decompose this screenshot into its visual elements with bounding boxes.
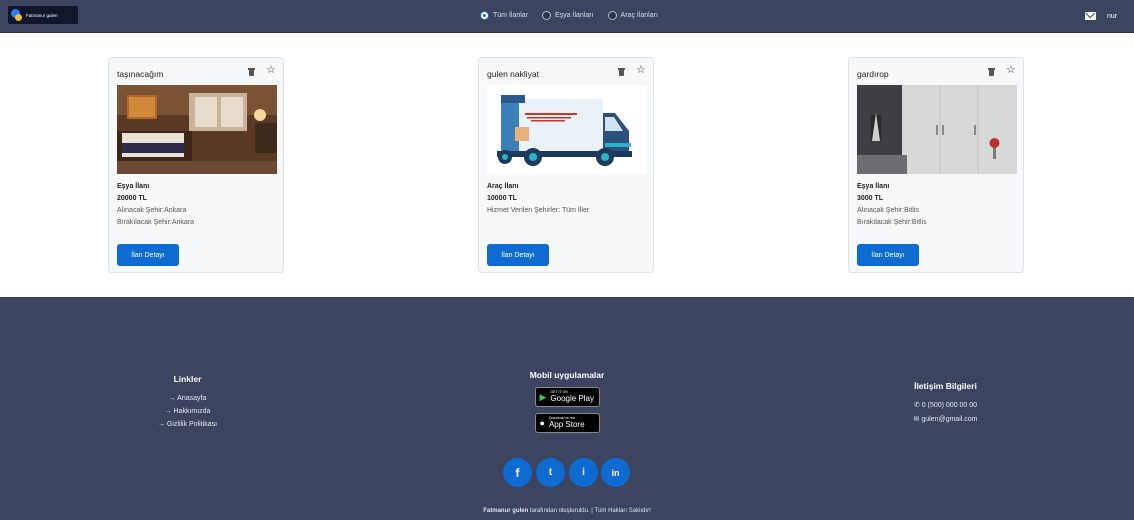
listing-detail-button[interactable]: İlan Detayı bbox=[857, 244, 919, 266]
listing-type: Araç İlanı bbox=[487, 183, 519, 190]
twitter-icon[interactable]: t bbox=[536, 458, 565, 487]
footer-link-home[interactable]: → Anasayfa bbox=[140, 395, 235, 402]
card-title: taşınacağım bbox=[117, 69, 164, 79]
filter-all-listings[interactable]: Tüm İlanlar bbox=[480, 11, 528, 20]
listing-price: 20000 TL bbox=[117, 195, 147, 202]
listing-detail-button[interactable]: İlan Detayı bbox=[487, 244, 549, 266]
user-menu[interactable]: nur bbox=[1107, 13, 1117, 20]
contact-email: ✉ gulen@gmail.com bbox=[888, 415, 1003, 423]
contact-section: İletişim Bilgileri ✆ 0 (500) 000 00 00 ✉… bbox=[888, 381, 1003, 423]
listing-type: Eşya İlanı bbox=[857, 183, 890, 190]
google-play-button[interactable]: ▶ GET IT ON Google Play bbox=[534, 387, 600, 407]
google-play-icon: ▶ bbox=[539, 391, 547, 402]
filter-label: Eşya İlanları bbox=[555, 12, 594, 19]
card-title: gardırop bbox=[857, 69, 889, 79]
contact-phone: ✆ 0 (500) 000 00 00 bbox=[888, 401, 1003, 409]
listing-filter: Tüm İlanlar Eşya İlanları Araç İlanları bbox=[480, 11, 658, 20]
listing-image-truck bbox=[487, 85, 647, 174]
listing-detail-button[interactable]: İlan Detayı bbox=[117, 244, 179, 266]
mobile-apps-section: Mobil uygulamalar ▶ GET IT ON Google Pla… bbox=[512, 370, 622, 433]
trash-icon[interactable] bbox=[618, 68, 625, 77]
dropoff-city: Bırakılacak Şehir:Bitlis bbox=[857, 219, 927, 226]
apple-icon: ● bbox=[539, 418, 545, 428]
email-text: gulen@gmail.com bbox=[921, 416, 978, 423]
top-navbar: Fatmanur gulen Tüm İlanlar Eşya İlanları… bbox=[0, 0, 1134, 33]
listing-card: gardırop ☆ Eşya İlanı 3000 TL Alınacak Ş… bbox=[848, 57, 1024, 273]
linkedin-icon[interactable]: in bbox=[601, 458, 630, 487]
listing-card: taşınacağım ☆ Eşya İlanı 20000 TL Alınac… bbox=[108, 57, 284, 273]
google-play-label: Google Play bbox=[550, 393, 595, 403]
links-section: Linkler → Anasayfa → Hakkımızda → Gizlil… bbox=[140, 374, 235, 428]
instagram-icon[interactable]: i bbox=[569, 458, 598, 487]
contact-title: İletişim Bilgileri bbox=[914, 381, 977, 391]
credit-author: Fatmanur gulen bbox=[483, 508, 529, 514]
listing-price: 3000 TL bbox=[857, 195, 884, 202]
footer-link-privacy[interactable]: → Gizlilik Politikası bbox=[140, 421, 235, 428]
mail-icon[interactable] bbox=[1085, 12, 1096, 20]
logo-text: Fatmanur gulen bbox=[26, 12, 58, 18]
site-logo[interactable]: Fatmanur gulen bbox=[8, 6, 78, 24]
star-icon[interactable]: ☆ bbox=[266, 65, 276, 76]
pickup-city: Alınacak Şehir:Bitlis bbox=[857, 207, 919, 214]
credit-rest: tarafından oluşturuldu. | Tüm Hakları Sa… bbox=[528, 508, 651, 514]
links-title: Linkler bbox=[173, 374, 202, 384]
pickup-city: Alınacak Şehir:Ankara bbox=[117, 207, 187, 214]
site-footer: Linkler → Anasayfa → Hakkımızda → Gizlil… bbox=[0, 297, 1134, 520]
filter-vehicle-listings[interactable]: Araç İlanları bbox=[607, 11, 658, 20]
listing-image-bedroom bbox=[117, 85, 277, 174]
envelope-icon: ✉ bbox=[913, 416, 920, 423]
card-title: gulen nakliyat bbox=[487, 69, 539, 79]
footer-link-about[interactable]: → Hakkımızda bbox=[140, 408, 235, 415]
filter-label: Araç İlanları bbox=[620, 12, 658, 19]
radio-icon[interactable] bbox=[480, 11, 489, 20]
mobile-apps-title: Mobil uygulamalar bbox=[529, 370, 605, 380]
listing-type: Eşya İlanı bbox=[117, 183, 150, 190]
app-store-button[interactable]: ● Download on the App Store bbox=[534, 413, 600, 433]
trash-icon[interactable] bbox=[248, 68, 255, 77]
listing-image-wardrobe bbox=[857, 85, 1017, 174]
trash-icon[interactable] bbox=[988, 68, 995, 77]
copyright-text: Fatmanur gulen tarafından oluşturuldu. |… bbox=[0, 508, 1134, 514]
facebook-icon[interactable]: f bbox=[503, 458, 532, 487]
radio-icon[interactable] bbox=[607, 11, 617, 20]
filter-item-listings[interactable]: Eşya İlanları bbox=[542, 11, 594, 20]
phone-text: 0 (500) 000 00 00 bbox=[921, 402, 978, 409]
logo-icon bbox=[11, 9, 23, 21]
app-store-label: App Store bbox=[548, 419, 585, 429]
dropoff-city: Bırakılacak Şehir:Ankara bbox=[117, 219, 195, 226]
star-icon[interactable]: ☆ bbox=[1006, 65, 1016, 76]
service-cities: Hizmet Verilen Şehirler: Tüm İller bbox=[487, 207, 590, 214]
radio-icon[interactable] bbox=[542, 11, 552, 20]
star-icon[interactable]: ☆ bbox=[636, 65, 646, 76]
listing-price: 10000 TL bbox=[487, 195, 517, 202]
phone-icon: ✆ bbox=[913, 402, 920, 409]
listing-card: gulen nakliyat ☆ Araç İlanı 10000 TL Hiz… bbox=[478, 57, 654, 273]
filter-label: Tüm İlanlar bbox=[493, 12, 529, 19]
